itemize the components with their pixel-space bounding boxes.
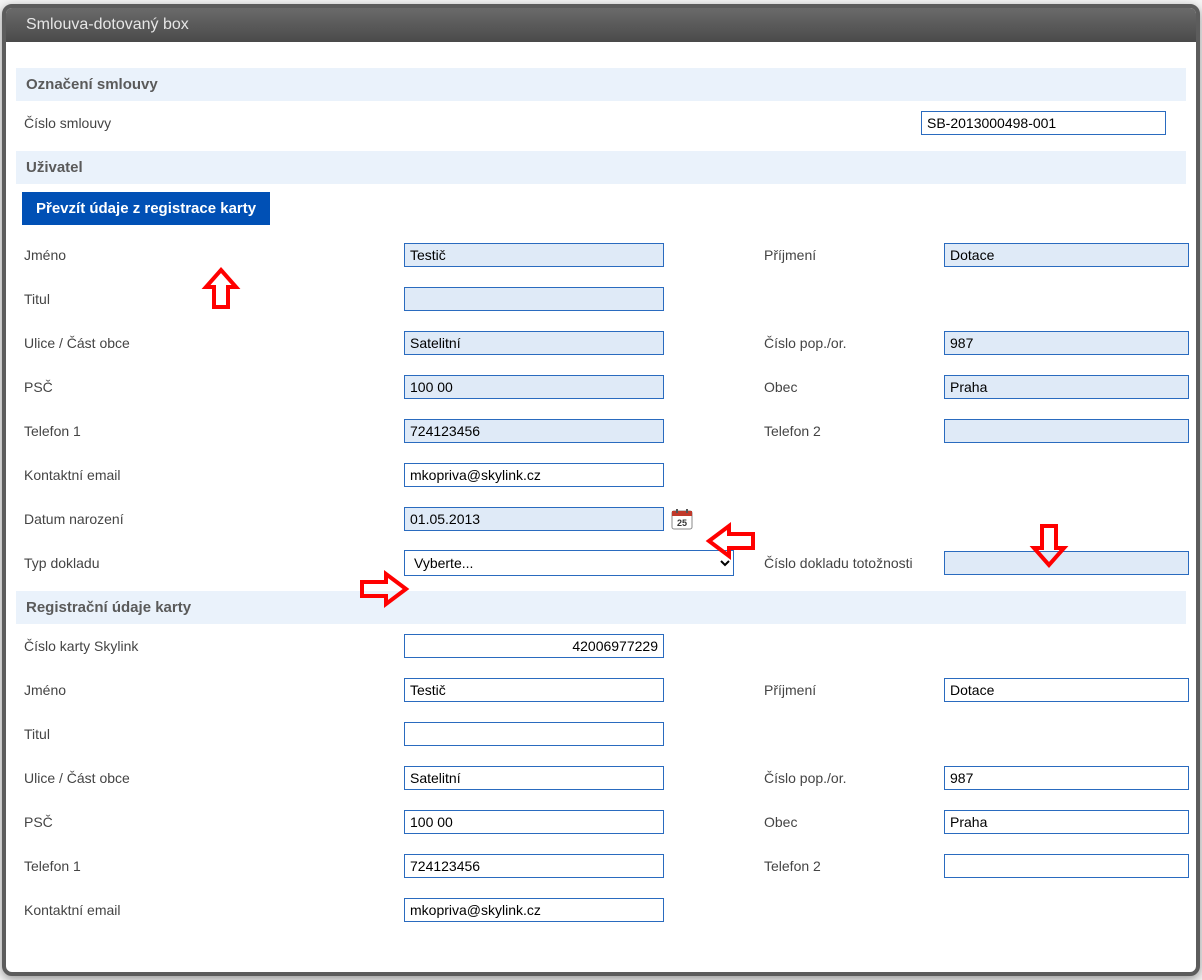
row-card-name: Jméno Příjmení — [16, 668, 1186, 712]
user-phone1-input[interactable] — [404, 419, 664, 443]
label-user-lastname: Příjmení — [744, 247, 944, 263]
row-user-zip: PSČ Obec — [16, 365, 1186, 409]
user-lastname-input[interactable] — [944, 243, 1189, 267]
section-header-contract: Označení smlouvy — [16, 68, 1186, 101]
row-card-zip: PSČ Obec — [16, 800, 1186, 844]
section-header-user: Uživatel — [16, 151, 1186, 184]
row-user-phone: Telefon 1 Telefon 2 — [16, 409, 1186, 453]
row-user-doctype: Typ dokladu Vyberte... Číslo dokladu tot… — [16, 541, 1186, 585]
user-houseno-input[interactable] — [944, 331, 1189, 355]
label-card-phone2: Telefon 2 — [744, 858, 944, 874]
user-city-input[interactable] — [944, 375, 1189, 399]
row-user-birthdate: Datum narození 25 — [16, 497, 1186, 541]
label-user-phone1: Telefon 1 — [16, 417, 404, 445]
label-user-docnumber: Číslo dokladu totožnosti — [744, 555, 944, 571]
label-user-email: Kontaktní email — [16, 461, 404, 489]
card-firstname-input[interactable] — [404, 678, 664, 702]
user-street-input[interactable] — [404, 331, 664, 355]
card-phone1-input[interactable] — [404, 854, 664, 878]
label-card-lastname: Příjmení — [744, 682, 944, 698]
calendar-icon[interactable]: 25 — [670, 507, 694, 531]
label-user-zip: PSČ — [16, 373, 404, 401]
card-city-input[interactable] — [944, 810, 1189, 834]
label-card-city: Obec — [744, 814, 944, 830]
label-card-firstname: Jméno — [16, 676, 404, 704]
user-zip-input[interactable] — [404, 375, 664, 399]
svg-text:25: 25 — [677, 518, 687, 528]
label-user-doctype: Typ dokladu — [16, 549, 404, 577]
label-card-email: Kontaktní email — [16, 896, 404, 924]
label-card-title: Titul — [16, 720, 404, 748]
row-card-number: Číslo karty Skylink — [16, 624, 1186, 668]
row-card-street: Ulice / Část obce Číslo pop./or. — [16, 756, 1186, 800]
row-user-title: Titul — [16, 277, 1186, 321]
label-card-zip: PSČ — [16, 808, 404, 836]
user-email-input[interactable] — [404, 463, 664, 487]
card-zip-input[interactable] — [404, 810, 664, 834]
row-card-title: Titul — [16, 712, 1186, 756]
label-contract-number: Číslo smlouvy — [16, 109, 404, 137]
row-user-street: Ulice / Část obce Číslo pop./or. — [16, 321, 1186, 365]
row-contract-number: Číslo smlouvy — [16, 101, 1186, 145]
row-user-name: Jméno Příjmení — [16, 233, 1186, 277]
label-card-phone1: Telefon 1 — [16, 852, 404, 880]
row-card-phone: Telefon 1 Telefon 2 — [16, 844, 1186, 888]
card-houseno-input[interactable] — [944, 766, 1189, 790]
label-card-houseno: Číslo pop./or. — [744, 770, 944, 786]
user-birthdate-input[interactable] — [404, 507, 664, 531]
label-user-firstname: Jméno — [16, 241, 404, 269]
card-phone2-input[interactable] — [944, 854, 1189, 878]
card-email-input[interactable] — [404, 898, 664, 922]
label-card-number: Číslo karty Skylink — [16, 632, 404, 660]
row-user-email: Kontaktní email — [16, 453, 1186, 497]
label-user-phone2: Telefon 2 — [744, 423, 944, 439]
user-doctype-select[interactable]: Vyberte... — [404, 550, 734, 576]
label-user-birthdate: Datum narození — [16, 505, 404, 533]
title-bar: Smlouva-dotovaný box — [6, 8, 1196, 42]
section-header-card: Registrační údaje karty — [16, 591, 1186, 624]
label-user-houseno: Číslo pop./or. — [744, 335, 944, 351]
card-number-input[interactable] — [404, 634, 664, 658]
copy-registration-button[interactable]: Převzít údaje z registrace karty — [22, 192, 270, 225]
label-card-street: Ulice / Část obce — [16, 764, 404, 792]
card-title-input[interactable] — [404, 722, 664, 746]
app-window: Smlouva-dotovaný box Označení smlouvy Čí… — [2, 4, 1200, 976]
label-user-street: Ulice / Část obce — [16, 329, 404, 357]
label-user-title: Titul — [16, 285, 404, 313]
form-content: Označení smlouvy Číslo smlouvy Uživatel … — [6, 42, 1196, 972]
card-street-input[interactable] — [404, 766, 664, 790]
user-firstname-input[interactable] — [404, 243, 664, 267]
user-phone2-input[interactable] — [944, 419, 1189, 443]
user-docnumber-input[interactable] — [944, 551, 1189, 575]
row-card-email: Kontaktní email — [16, 888, 1186, 932]
label-user-city: Obec — [744, 379, 944, 395]
user-title-input[interactable] — [404, 287, 664, 311]
contract-number-input[interactable] — [921, 111, 1166, 135]
card-lastname-input[interactable] — [944, 678, 1189, 702]
window-title: Smlouva-dotovaný box — [26, 16, 189, 34]
